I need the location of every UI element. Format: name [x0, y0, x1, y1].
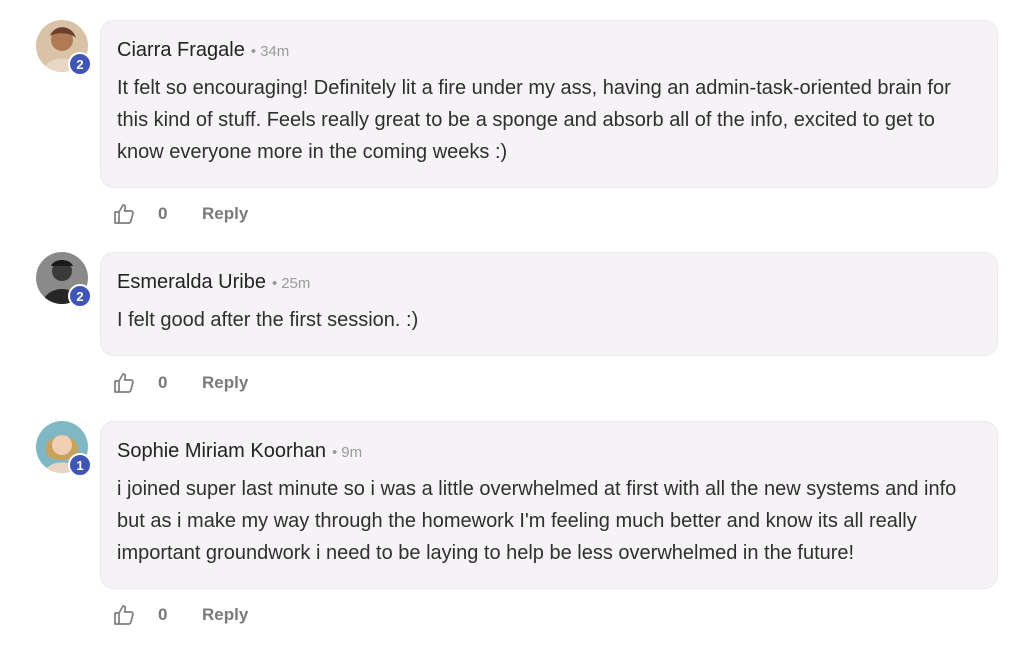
comment-bubble: Esmeralda Uribe • 25m I felt good after … [100, 252, 998, 356]
thumbs-up-icon[interactable] [112, 371, 136, 395]
reply-button[interactable]: Reply [202, 204, 248, 224]
timestamp: 9m [341, 444, 363, 461]
comment-actions: 0 Reply [112, 603, 248, 627]
like-count: 0 [158, 373, 168, 392]
comment-bubble: Sophie Miriam Koorhan • 9m i joined supe… [100, 421, 998, 589]
thumbs-up-icon[interactable] [112, 202, 136, 226]
author-name[interactable]: Esmeralda Uribe [117, 271, 266, 294]
comment-actions: 0 Reply [112, 371, 248, 395]
separator: • [332, 444, 338, 461]
level-badge: 1 [68, 453, 92, 477]
comment-header: Esmeralda Uribe • 25m [117, 271, 981, 294]
avatar[interactable]: 1 [36, 421, 92, 477]
separator: • [271, 275, 278, 292]
comment-text: i joined super last minute so i was a li… [117, 478, 957, 564]
comment-actions: 0 Reply [112, 202, 248, 226]
reply-button[interactable]: Reply [202, 373, 248, 393]
comment-header: Sophie Miriam Koorhan • 9m [117, 440, 981, 463]
comment-header: Ciarra Fragale • 34m [117, 39, 981, 62]
avatar[interactable]: 2 [36, 252, 92, 308]
comment-text: I felt good after the first session. :) [117, 309, 419, 331]
timestamp: 34m [260, 43, 290, 60]
avatar[interactable]: 2 [36, 20, 92, 76]
comment-text: It felt so encouraging! Definitely lit a… [117, 77, 951, 163]
level-badge: 2 [68, 52, 92, 76]
comment-bubble: Ciarra Fragale • 34m It felt so encourag… [100, 20, 998, 188]
author-name[interactable]: Ciarra Fragale [117, 39, 245, 62]
like-count: 0 [158, 605, 168, 624]
like-count: 0 [158, 204, 168, 223]
thumbs-up-icon[interactable] [112, 603, 136, 627]
timestamp: 25m [281, 275, 311, 292]
level-badge: 2 [68, 284, 92, 308]
separator: • [250, 43, 257, 60]
author-name[interactable]: Sophie Miriam Koorhan [117, 440, 326, 463]
reply-button[interactable]: Reply [202, 605, 248, 625]
